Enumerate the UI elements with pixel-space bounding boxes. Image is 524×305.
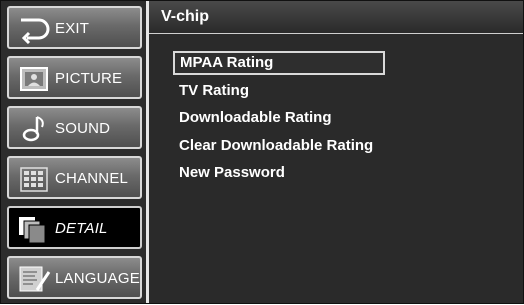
menu-item-mpaa-rating[interactable]: MPAA Rating xyxy=(173,51,385,75)
detail-icon xyxy=(15,214,53,244)
menu-panel: MPAA Rating TV Rating Downloadable Ratin… xyxy=(149,34,523,303)
sidebar: EXIT PICTURE SOUND CHANNEL DETAIL LANGUA… xyxy=(3,3,143,301)
sidebar-item-channel[interactable]: CHANNEL xyxy=(7,156,142,199)
sidebar-item-label: CHANNEL xyxy=(55,170,129,187)
channel-icon xyxy=(15,164,53,194)
sound-icon xyxy=(15,114,53,144)
sidebar-item-sound[interactable]: SOUND xyxy=(7,106,142,149)
header-bar: V-chip xyxy=(149,1,523,34)
menu-item-tv-rating[interactable]: TV Rating xyxy=(173,80,385,104)
menu-item-new-password[interactable]: New Password xyxy=(173,162,385,186)
sidebar-item-label: SOUND xyxy=(55,120,111,137)
sidebar-item-label: PICTURE xyxy=(55,70,123,87)
sidebar-item-exit[interactable]: EXIT xyxy=(7,6,142,49)
sidebar-item-picture[interactable]: PICTURE xyxy=(7,56,142,99)
menu-item-downloadable-rating[interactable]: Downloadable Rating xyxy=(173,107,385,131)
menu-item-clear-downloadable-rating[interactable]: Clear Downloadable Rating xyxy=(173,135,385,159)
sidebar-item-label: LANGUAGE xyxy=(55,270,140,287)
page-title: V-chip xyxy=(161,8,210,25)
exit-icon xyxy=(15,14,53,45)
sidebar-item-label: EXIT xyxy=(55,20,90,37)
sidebar-item-language[interactable]: LANGUAGE xyxy=(7,256,142,299)
sidebar-item-detail[interactable]: DETAIL xyxy=(7,206,142,249)
picture-icon xyxy=(15,64,53,94)
language-icon xyxy=(15,264,53,294)
tv-menu-window: EXIT PICTURE SOUND CHANNEL DETAIL LANGUA… xyxy=(0,0,524,304)
sidebar-item-label: DETAIL xyxy=(55,220,108,237)
